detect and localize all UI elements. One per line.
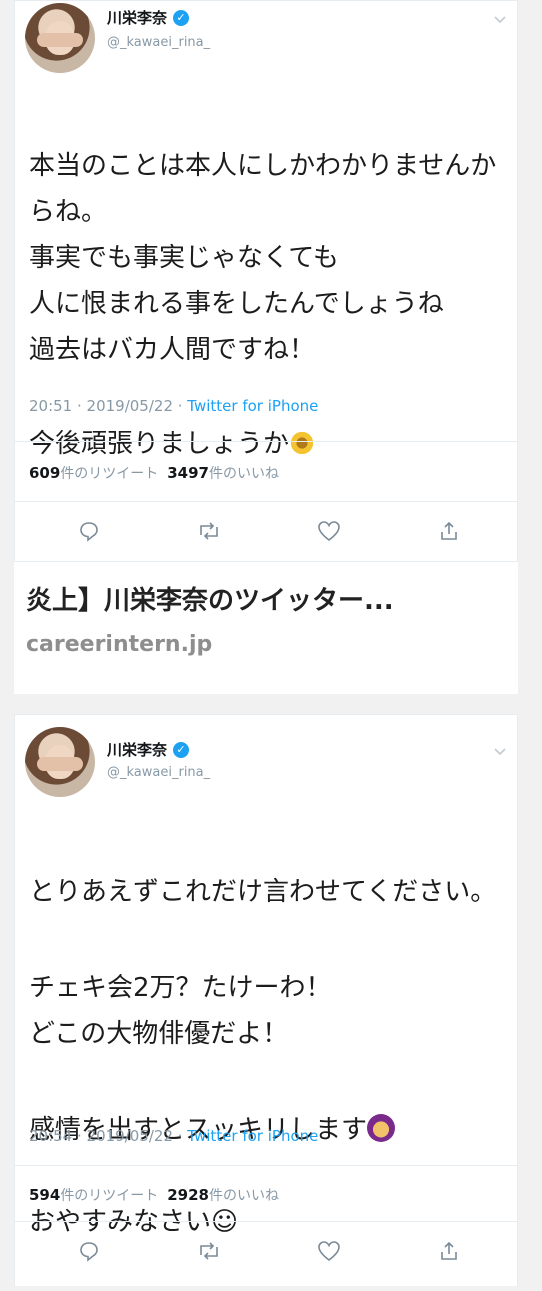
chevron-down-icon	[493, 743, 507, 757]
tweet-text: 本当のことは本人にしかわかりませんからね。 事実でも事実じゃなくても 人に恨まれ…	[29, 97, 507, 513]
tweet-actions	[15, 513, 517, 553]
tweet-stats: 609件のリツイート 3497件のいいね	[29, 464, 279, 482]
verified-badge-icon: ✓	[173, 9, 190, 26]
tweet-paragraph: とりあえずこれだけ言わせてください。	[29, 877, 497, 907]
divider	[15, 441, 517, 442]
avatar	[25, 727, 95, 797]
user-handle: @_kawaei_rina_	[107, 765, 211, 780]
reply-icon[interactable]	[71, 1233, 107, 1269]
chevron-down-icon	[493, 11, 507, 25]
display-name: 川栄李奈 ✓	[107, 739, 190, 760]
divider	[15, 501, 517, 502]
tweet-paragraph: 今後頑張りましょうか	[29, 421, 507, 467]
retweet-icon[interactable]	[191, 513, 227, 549]
praying-face-emoji	[367, 1114, 396, 1142]
result-title-link[interactable]: 炎上】川栄李奈のツイッター...	[26, 580, 512, 617]
sunflower-emoji	[289, 430, 316, 456]
reply-icon[interactable]	[71, 513, 107, 549]
display-name: 川栄李奈 ✓	[107, 7, 190, 28]
tweet-paragraph: チェキ会2万？たけーわ！ どこの大物俳優だよ！	[29, 973, 332, 1049]
divider	[15, 1165, 517, 1166]
tweet-actions	[15, 1233, 517, 1273]
heart-icon[interactable]	[311, 513, 347, 549]
share-icon[interactable]	[431, 513, 467, 549]
avatar	[25, 3, 95, 73]
heart-icon[interactable]	[311, 1233, 347, 1269]
search-result-card[interactable]: 川栄李奈 ✓ @_kawaei_rina_ とりあえずこれだけ言わせてください。…	[14, 714, 518, 1286]
search-result-card[interactable]: 川栄李奈 ✓ @_kawaei_rina_ 本当のことは本人にしかわかりませんか…	[14, 0, 518, 694]
share-icon[interactable]	[431, 1233, 467, 1269]
retweet-icon[interactable]	[191, 1233, 227, 1269]
tweet-timestamp: 20:51 · 2019/05/22 · Twitter for iPhone	[29, 397, 319, 415]
verified-badge-icon: ✓	[173, 741, 190, 758]
divider	[15, 1221, 517, 1222]
tweet-screenshot: 川栄李奈 ✓ @_kawaei_rina_ とりあえずこれだけ言わせてください。…	[14, 714, 518, 1286]
user-handle: @_kawaei_rina_	[107, 35, 211, 50]
tweet-paragraph: 本当のことは本人にしかわかりませんからね。 事実でも事実じゃなくても 人に恨まれ…	[29, 151, 497, 365]
tweet-screenshot: 川栄李奈 ✓ @_kawaei_rina_ 本当のことは本人にしかわかりませんか…	[14, 0, 518, 562]
tweet-stats: 594件のリツイート 2928件のいいね	[29, 1186, 279, 1204]
result-domain: careerintern.jp	[26, 632, 213, 657]
tweet-timestamp: 20:54 · 2019/05/22 · Twitter for iPhone	[29, 1127, 319, 1145]
